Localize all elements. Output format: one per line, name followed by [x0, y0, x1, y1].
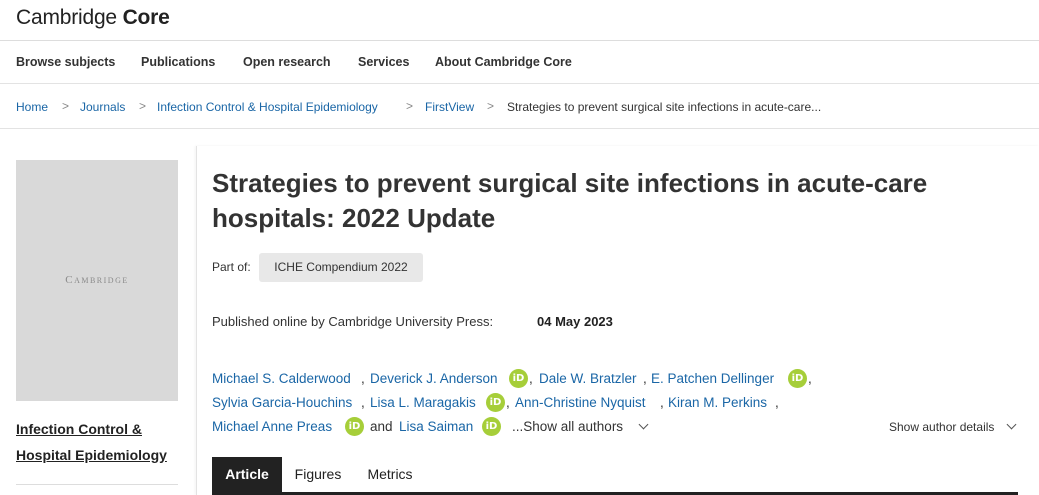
- author-link[interactable]: Kiran M. Perkins: [668, 395, 767, 410]
- journal-title-link[interactable]: Infection Control & Hospital Epidemiolog…: [16, 416, 186, 468]
- breadcrumb-journal[interactable]: Infection Control & Hospital Epidemiolog…: [157, 100, 378, 114]
- breadcrumb: Home > Journals > Infection Control & Ho…: [0, 84, 1039, 129]
- author-link[interactable]: Michael S. Calderwood: [212, 371, 351, 386]
- orcid-icon[interactable]: iD: [509, 369, 528, 388]
- author-link[interactable]: Sylvia Garcia-Houchins: [212, 395, 352, 410]
- cambridge-core-logo[interactable]: Cambridge Core: [16, 6, 170, 30]
- main-nav: Browse subjects Publications Open resear…: [0, 41, 1039, 84]
- orcid-icon[interactable]: iD: [482, 417, 501, 436]
- author-separator: ,: [808, 371, 812, 386]
- breadcrumb-separator: >: [487, 99, 495, 113]
- breadcrumb-separator: >: [139, 99, 147, 113]
- author-link[interactable]: E. Patchen Dellinger: [651, 371, 774, 386]
- journal-cover-image[interactable]: Cambridge: [16, 160, 178, 401]
- article-title: Strategies to prevent surgical site infe…: [212, 168, 928, 233]
- author-separator: ,: [506, 395, 510, 410]
- logo-text: Cambridge: [16, 6, 117, 29]
- author-link[interactable]: Deverick J. Anderson: [370, 371, 498, 386]
- show-all-authors-button[interactable]: ...Show all authors: [512, 419, 623, 434]
- show-author-details-button[interactable]: Show author details: [889, 420, 994, 434]
- collection-chip[interactable]: ICHE Compendium 2022: [259, 253, 423, 282]
- breadcrumb-separator: >: [406, 99, 414, 113]
- published-online-text: Published online by Cambridge University…: [212, 314, 494, 329]
- author-link[interactable]: Lisa L. Maragakis: [370, 395, 476, 410]
- nav-open-research[interactable]: Open research: [243, 55, 331, 69]
- breadcrumb-firstview[interactable]: FirstView: [425, 100, 474, 114]
- author-separator: ,: [775, 395, 779, 410]
- author-link[interactable]: Lisa Saiman: [399, 419, 473, 434]
- tab-figures[interactable]: Figures: [282, 457, 354, 492]
- author-separator: ,: [529, 371, 533, 386]
- published-date: 04 May 2023: [537, 314, 613, 329]
- nav-about-cambridge-core[interactable]: About Cambridge Core: [435, 55, 572, 69]
- tab-metrics[interactable]: Metrics: [354, 457, 426, 492]
- breadcrumb-home[interactable]: Home: [16, 100, 48, 114]
- orcid-icon[interactable]: iD: [788, 369, 807, 388]
- nav-browse-subjects[interactable]: Browse subjects: [16, 55, 115, 69]
- top-bar: Cambridge Core: [0, 0, 1039, 41]
- nav-services[interactable]: Services: [358, 55, 409, 69]
- cover-publisher-text: Cambridge: [65, 274, 129, 286]
- orcid-icon[interactable]: iD: [345, 417, 364, 436]
- logo-text-bold: Core: [122, 6, 170, 29]
- author-link[interactable]: Michael Anne Preas: [212, 419, 332, 434]
- author-separator: ,: [660, 395, 664, 410]
- author-separator: ,: [361, 395, 365, 410]
- part-of-label: Part of:: [212, 260, 251, 274]
- nav-publications[interactable]: Publications: [141, 55, 215, 69]
- breadcrumb-journals[interactable]: Journals: [80, 100, 125, 114]
- article-tabs: Article Figures Metrics: [212, 457, 1018, 495]
- tab-article[interactable]: Article: [212, 457, 282, 492]
- author-separator: ,: [643, 371, 647, 386]
- breadcrumb-separator: >: [62, 99, 70, 113]
- sidebar-divider: [16, 484, 178, 485]
- author-conjunction: and: [370, 419, 393, 434]
- author-link[interactable]: Dale W. Bratzler: [539, 371, 637, 386]
- author-separator: ,: [361, 371, 365, 386]
- orcid-icon[interactable]: iD: [486, 393, 505, 412]
- author-link[interactable]: Ann-Christine Nyquist: [515, 395, 646, 410]
- breadcrumb-current: Strategies to prevent surgical site infe…: [507, 100, 822, 114]
